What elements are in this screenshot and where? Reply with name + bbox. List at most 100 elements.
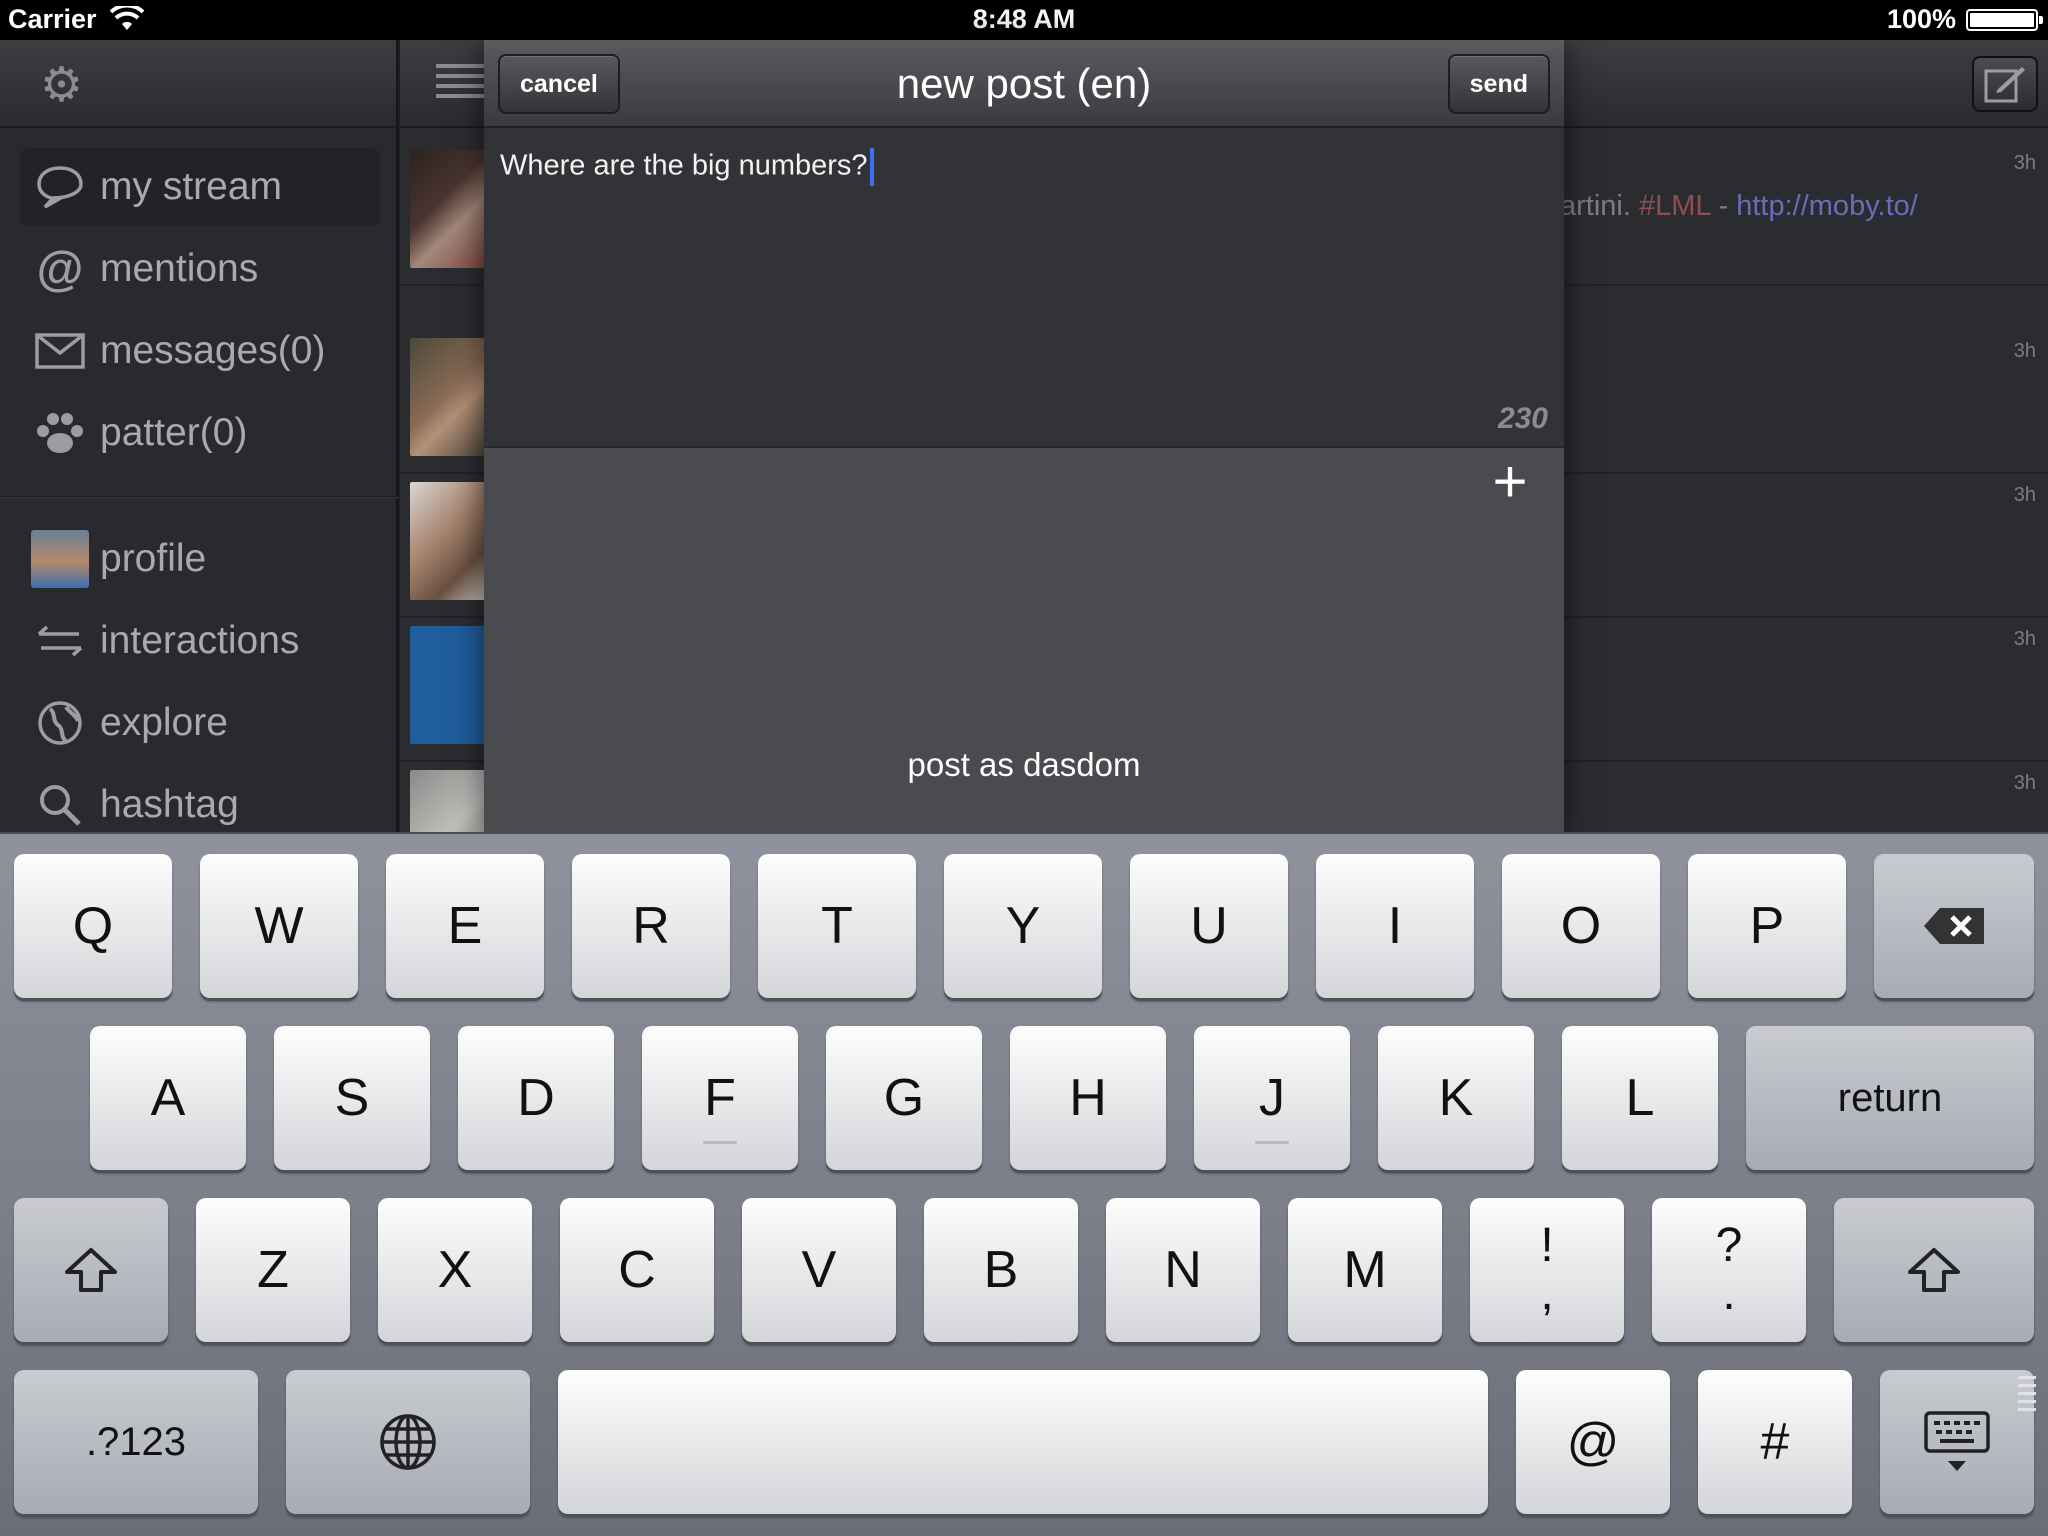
post-text-value: Where are the big numbers?	[500, 149, 868, 182]
sidebar-divider	[0, 496, 398, 498]
key-q[interactable]: Q	[14, 854, 172, 998]
key-s[interactable]: S	[274, 1026, 430, 1170]
sidebar-item-label: mentions	[100, 247, 259, 290]
key-d[interactable]: D	[458, 1026, 614, 1170]
key-i[interactable]: I	[1316, 854, 1474, 998]
dismiss-keyboard-key[interactable]	[1880, 1370, 2034, 1514]
compose-sheet: cancel new post (en) send Where are the …	[484, 40, 1564, 832]
key-question-period[interactable]: ?.	[1652, 1198, 1806, 1342]
post-hashtag[interactable]: #LML	[1639, 190, 1710, 222]
key-j[interactable]: J	[1194, 1026, 1350, 1170]
post-age: 3h	[2013, 628, 2036, 650]
key-y[interactable]: Y	[944, 854, 1102, 998]
compose-header: cancel new post (en) send	[484, 40, 1564, 128]
key-w[interactable]: W	[200, 854, 358, 998]
key-k[interactable]: K	[1378, 1026, 1534, 1170]
sidebar-item-label: interactions	[100, 619, 300, 662]
key-hash[interactable]: #	[1698, 1370, 1852, 1514]
sidebar-item-interactions[interactable]: interactions	[20, 602, 380, 680]
post-snippet-text: artini.	[1560, 190, 1631, 222]
keyboard-dismiss-icon	[1924, 1411, 1990, 1471]
key-x[interactable]: X	[378, 1198, 532, 1342]
post-as-account[interactable]: post as dasdom	[484, 746, 1564, 784]
avatar	[31, 530, 89, 588]
key-g[interactable]: G	[826, 1026, 982, 1170]
backspace-key[interactable]	[1874, 854, 2034, 998]
post-snippet: artini. #LML - http://moby.to/	[1560, 190, 1918, 223]
sidebar-item-my-stream[interactable]: my stream	[20, 148, 380, 226]
paw-icon	[30, 403, 90, 463]
key-exclamation-comma[interactable]: !,	[1470, 1198, 1624, 1342]
return-key[interactable]: return	[1746, 1026, 2034, 1170]
globe-icon	[380, 1414, 436, 1470]
key-v[interactable]: V	[742, 1198, 896, 1342]
key-u[interactable]: U	[1130, 854, 1288, 998]
search-icon	[30, 775, 90, 835]
add-attachment-icon[interactable]: +	[1488, 452, 1532, 512]
globe-key[interactable]	[286, 1370, 530, 1514]
at-icon: @	[36, 242, 84, 296]
gear-icon[interactable]: ⚙	[40, 62, 88, 110]
key-r[interactable]: R	[572, 854, 730, 998]
sidebar-item-label: my stream	[100, 165, 283, 208]
key-o[interactable]: O	[1502, 854, 1660, 998]
menu-icon[interactable]	[436, 64, 484, 104]
space-key[interactable]	[558, 1370, 1488, 1514]
post-snippet-separator: -	[1710, 190, 1737, 222]
globe-icon	[30, 693, 90, 753]
key-n[interactable]: N	[1106, 1198, 1260, 1342]
post-age: 3h	[2013, 340, 2036, 362]
clock: 8:48 AM	[972, 4, 1076, 34]
key-p[interactable]: P	[1688, 854, 1846, 998]
post-link[interactable]: http://moby.to/	[1736, 190, 1918, 222]
key-f-label: F	[704, 1069, 736, 1127]
shift-key-right[interactable]	[1834, 1198, 2034, 1342]
sidebar: ⚙ my stream @ mentions messages(0) patte…	[0, 40, 398, 832]
send-button[interactable]: send	[1447, 54, 1550, 114]
post-text-area[interactable]: Where are the big numbers? 230	[484, 128, 1564, 448]
sidebar-item-label: hashtag	[100, 783, 239, 826]
sidebar-item-label: explore	[100, 701, 228, 744]
key-b[interactable]: B	[924, 1198, 1078, 1342]
key-j-label: J	[1259, 1069, 1285, 1127]
shift-icon	[1908, 1248, 1960, 1292]
sidebar-item-messages[interactable]: messages(0)	[20, 312, 380, 390]
sidebar-item-profile[interactable]: profile	[20, 520, 380, 598]
battery-icon	[1966, 9, 2043, 31]
status-bar: Carrier 8:48 AM 100%	[0, 0, 2048, 40]
sidebar-item-mentions[interactable]: @ mentions	[20, 230, 380, 308]
numbers-key[interactable]: .?123	[14, 1370, 258, 1514]
shift-key-left[interactable]	[14, 1198, 168, 1342]
keyboard: Q W E R T Y U I O P A S D F G H J K L re…	[0, 832, 2048, 1536]
key-f[interactable]: F	[642, 1026, 798, 1170]
key-at[interactable]: @	[1516, 1370, 1670, 1514]
post-age: 3h	[2013, 152, 2036, 174]
key-h[interactable]: H	[1010, 1026, 1166, 1170]
sidebar-item-label: patter(0)	[100, 411, 248, 454]
sidebar-item-patter[interactable]: patter(0)	[20, 394, 380, 472]
keyboard-grip[interactable]	[2018, 1376, 2036, 1420]
key-a[interactable]: A	[90, 1026, 246, 1170]
speech-bubble-icon	[30, 157, 90, 217]
compose-button[interactable]	[1972, 56, 2038, 112]
compose-icon	[1984, 67, 2025, 103]
character-counter: 230	[1497, 402, 1548, 435]
key-c[interactable]: C	[560, 1198, 714, 1342]
key-z[interactable]: Z	[196, 1198, 350, 1342]
sidebar-item-explore[interactable]: explore	[20, 684, 380, 762]
key-t[interactable]: T	[758, 854, 916, 998]
battery-percent: 100%	[1886, 4, 1956, 34]
post-age: 3h	[2013, 484, 2036, 506]
shift-icon	[65, 1248, 117, 1292]
post-text[interactable]: Where are the big numbers?	[500, 148, 874, 186]
backspace-icon	[1924, 908, 1984, 944]
key-e[interactable]: E	[386, 854, 544, 998]
key-comma-label: ,	[1540, 1267, 1554, 1320]
key-exclamation-label: !	[1540, 1219, 1554, 1272]
envelope-icon	[30, 321, 90, 381]
key-l[interactable]: L	[1562, 1026, 1718, 1170]
key-period-label: .	[1722, 1267, 1736, 1320]
key-question-label: ?	[1715, 1219, 1743, 1272]
key-m[interactable]: M	[1288, 1198, 1442, 1342]
profile-avatar	[30, 529, 90, 589]
